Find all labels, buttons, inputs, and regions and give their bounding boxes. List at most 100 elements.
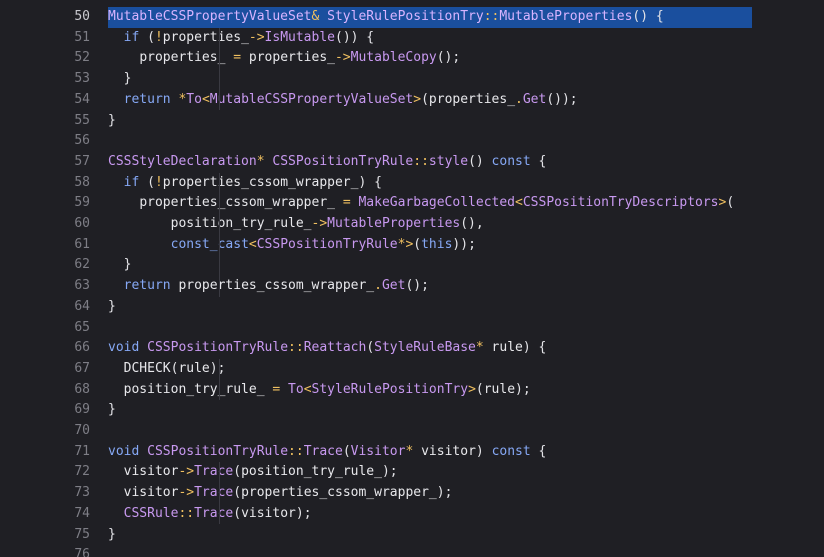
- code-token: Trace: [303, 443, 343, 459]
- code-line[interactable]: 65: [0, 318, 824, 339]
- code-token: >: [468, 381, 476, 397]
- indent-guide: [219, 483, 220, 504]
- code-token: visitor: [123, 464, 179, 480]
- code-line[interactable]: 56: [0, 131, 824, 152]
- code-token: DCHECK: [123, 360, 171, 376]
- code-line[interactable]: 68 position_try_rule_ = To<StyleRulePosi…: [0, 379, 824, 401]
- code-token: MakeGarbageCollected: [358, 195, 516, 211]
- code-line[interactable]: 75}: [0, 525, 824, 546]
- code-token: properties_cssom_wrapper_: [178, 278, 375, 294]
- code-token: style: [428, 153, 469, 169]
- line-number: 56: [74, 133, 90, 149]
- code-token: =: [233, 50, 242, 66]
- code-token: CSSPositionTryRule: [147, 340, 289, 356]
- code-token: MutableCSSPropertyValueSet: [209, 91, 414, 107]
- code-text: visitor->Trace(position_try_rule_);: [108, 462, 752, 484]
- code-token: Trace: [194, 464, 234, 480]
- code-token: (: [413, 236, 422, 252]
- code-token: (: [342, 443, 351, 459]
- code-token: MutableProperties: [327, 216, 461, 231]
- code-token: return: [123, 278, 171, 294]
- code-line[interactable]: 61 const_cast<CSSPositionTryRule*>(this)…: [0, 234, 824, 256]
- code-text: }: [108, 255, 752, 277]
- code-token: return: [123, 91, 171, 107]
- code-line[interactable]: 52 properties_ = properties_->MutableCop…: [0, 48, 824, 70]
- code-token: ->: [178, 464, 195, 480]
- code-text: }: [108, 400, 752, 421]
- code-token: Trace: [194, 485, 234, 501]
- code-token: }: [108, 526, 116, 542]
- code-token: (: [139, 174, 155, 190]
- code-token: Reattach: [303, 340, 367, 356]
- code-token: (: [421, 91, 429, 107]
- code-token: MutableCSSPropertyValueSet: [108, 9, 312, 24]
- line-number: 67: [74, 360, 90, 376]
- code-line[interactable]: 67 DCHECK(rule);: [0, 358, 824, 380]
- code-token: ();: [405, 278, 429, 294]
- code-line[interactable]: 70: [0, 421, 824, 442]
- code-line[interactable]: 62 }: [0, 255, 824, 277]
- code-line[interactable]: 51 if (!properties_->IsMutable()) {: [0, 27, 824, 49]
- code-token: {: [530, 443, 547, 459]
- code-line[interactable]: 64}: [0, 297, 824, 318]
- code-line[interactable]: 76: [0, 545, 824, 557]
- code-text: MutableCSSPropertyValueSet& StyleRulePos…: [108, 7, 752, 28]
- code-token: }: [108, 112, 116, 128]
- code-line[interactable]: 73 visitor->Trace(properties_cssom_wrapp…: [0, 483, 824, 504]
- code-token: ->: [311, 216, 328, 231]
- code-line[interactable]: 55}: [0, 111, 824, 132]
- line-number: 59: [74, 195, 90, 211]
- code-token: if: [123, 174, 140, 190]
- code-token: rule: [483, 381, 516, 397]
- line-number: 54: [74, 91, 90, 107]
- line-number: 64: [74, 298, 90, 314]
- indent-guide: [219, 379, 220, 401]
- line-number: 70: [74, 423, 90, 438]
- code-line[interactable]: 69}: [0, 400, 824, 421]
- code-text: void CSSPositionTryRule::Reattach(StyleR…: [108, 338, 752, 359]
- code-token: To: [186, 91, 202, 107]
- code-line[interactable]: 59 properties_cssom_wrapper_ = MakeGarba…: [0, 193, 824, 214]
- code-line[interactable]: 74 CSSRule::Trace(visitor);: [0, 503, 824, 525]
- code-line[interactable]: 54 return *To<MutableCSSPropertyValueSet…: [0, 89, 824, 111]
- code-token: ::: [178, 505, 195, 521]
- code-token: ());: [546, 91, 578, 107]
- code-text: }: [108, 525, 752, 546]
- code-token: <: [201, 91, 210, 107]
- code-token: IsMutable: [264, 29, 335, 45]
- code-token: void: [108, 443, 140, 459]
- code-line[interactable]: 50 MutableCSSPropertyValueSet& StyleRuleP…: [0, 7, 824, 28]
- indent-guide: [219, 462, 220, 484]
- line-number: 63: [74, 278, 90, 294]
- code-token: ) {: [358, 174, 382, 190]
- code-line[interactable]: 57 CSSStyleDeclaration* CSSPositionTryRul…: [0, 152, 824, 173]
- code-token: MutableCopy: [350, 50, 437, 66]
- code-token: }: [108, 298, 116, 314]
- code-editor[interactable]: 50 MutableCSSPropertyValueSet& StyleRuleP…: [0, 0, 824, 557]
- code-token: ): [475, 443, 492, 459]
- code-line[interactable]: 72 visitor->Trace(position_try_rule_);: [0, 462, 824, 484]
- indent-guide: [219, 193, 220, 214]
- code-line[interactable]: 53 }: [0, 69, 824, 90]
- line-number: 61: [74, 236, 90, 252]
- code-line[interactable]: 66 void CSSPositionTryRule::Reattach(Styl…: [0, 338, 824, 359]
- line-number: 52: [74, 50, 90, 66]
- line-number: 55: [74, 112, 90, 128]
- code-token: =: [342, 195, 351, 211]
- code-line[interactable]: 63 return properties_cssom_wrapper_.Get(…: [0, 276, 824, 297]
- code-line[interactable]: 71 void CSSPositionTryRule::Trace(Visitor…: [0, 442, 824, 463]
- code-token: if: [123, 29, 140, 45]
- code-token: (): [468, 153, 492, 169]
- code-token: ()) {: [335, 29, 375, 45]
- indent-guide: [219, 214, 220, 235]
- code-line[interactable]: 58 if (!properties_cssom_wrapper_) {: [0, 172, 824, 194]
- code-line[interactable]: 60 position_try_rule_->MutableProperties…: [0, 214, 824, 235]
- code-token: (: [139, 29, 155, 45]
